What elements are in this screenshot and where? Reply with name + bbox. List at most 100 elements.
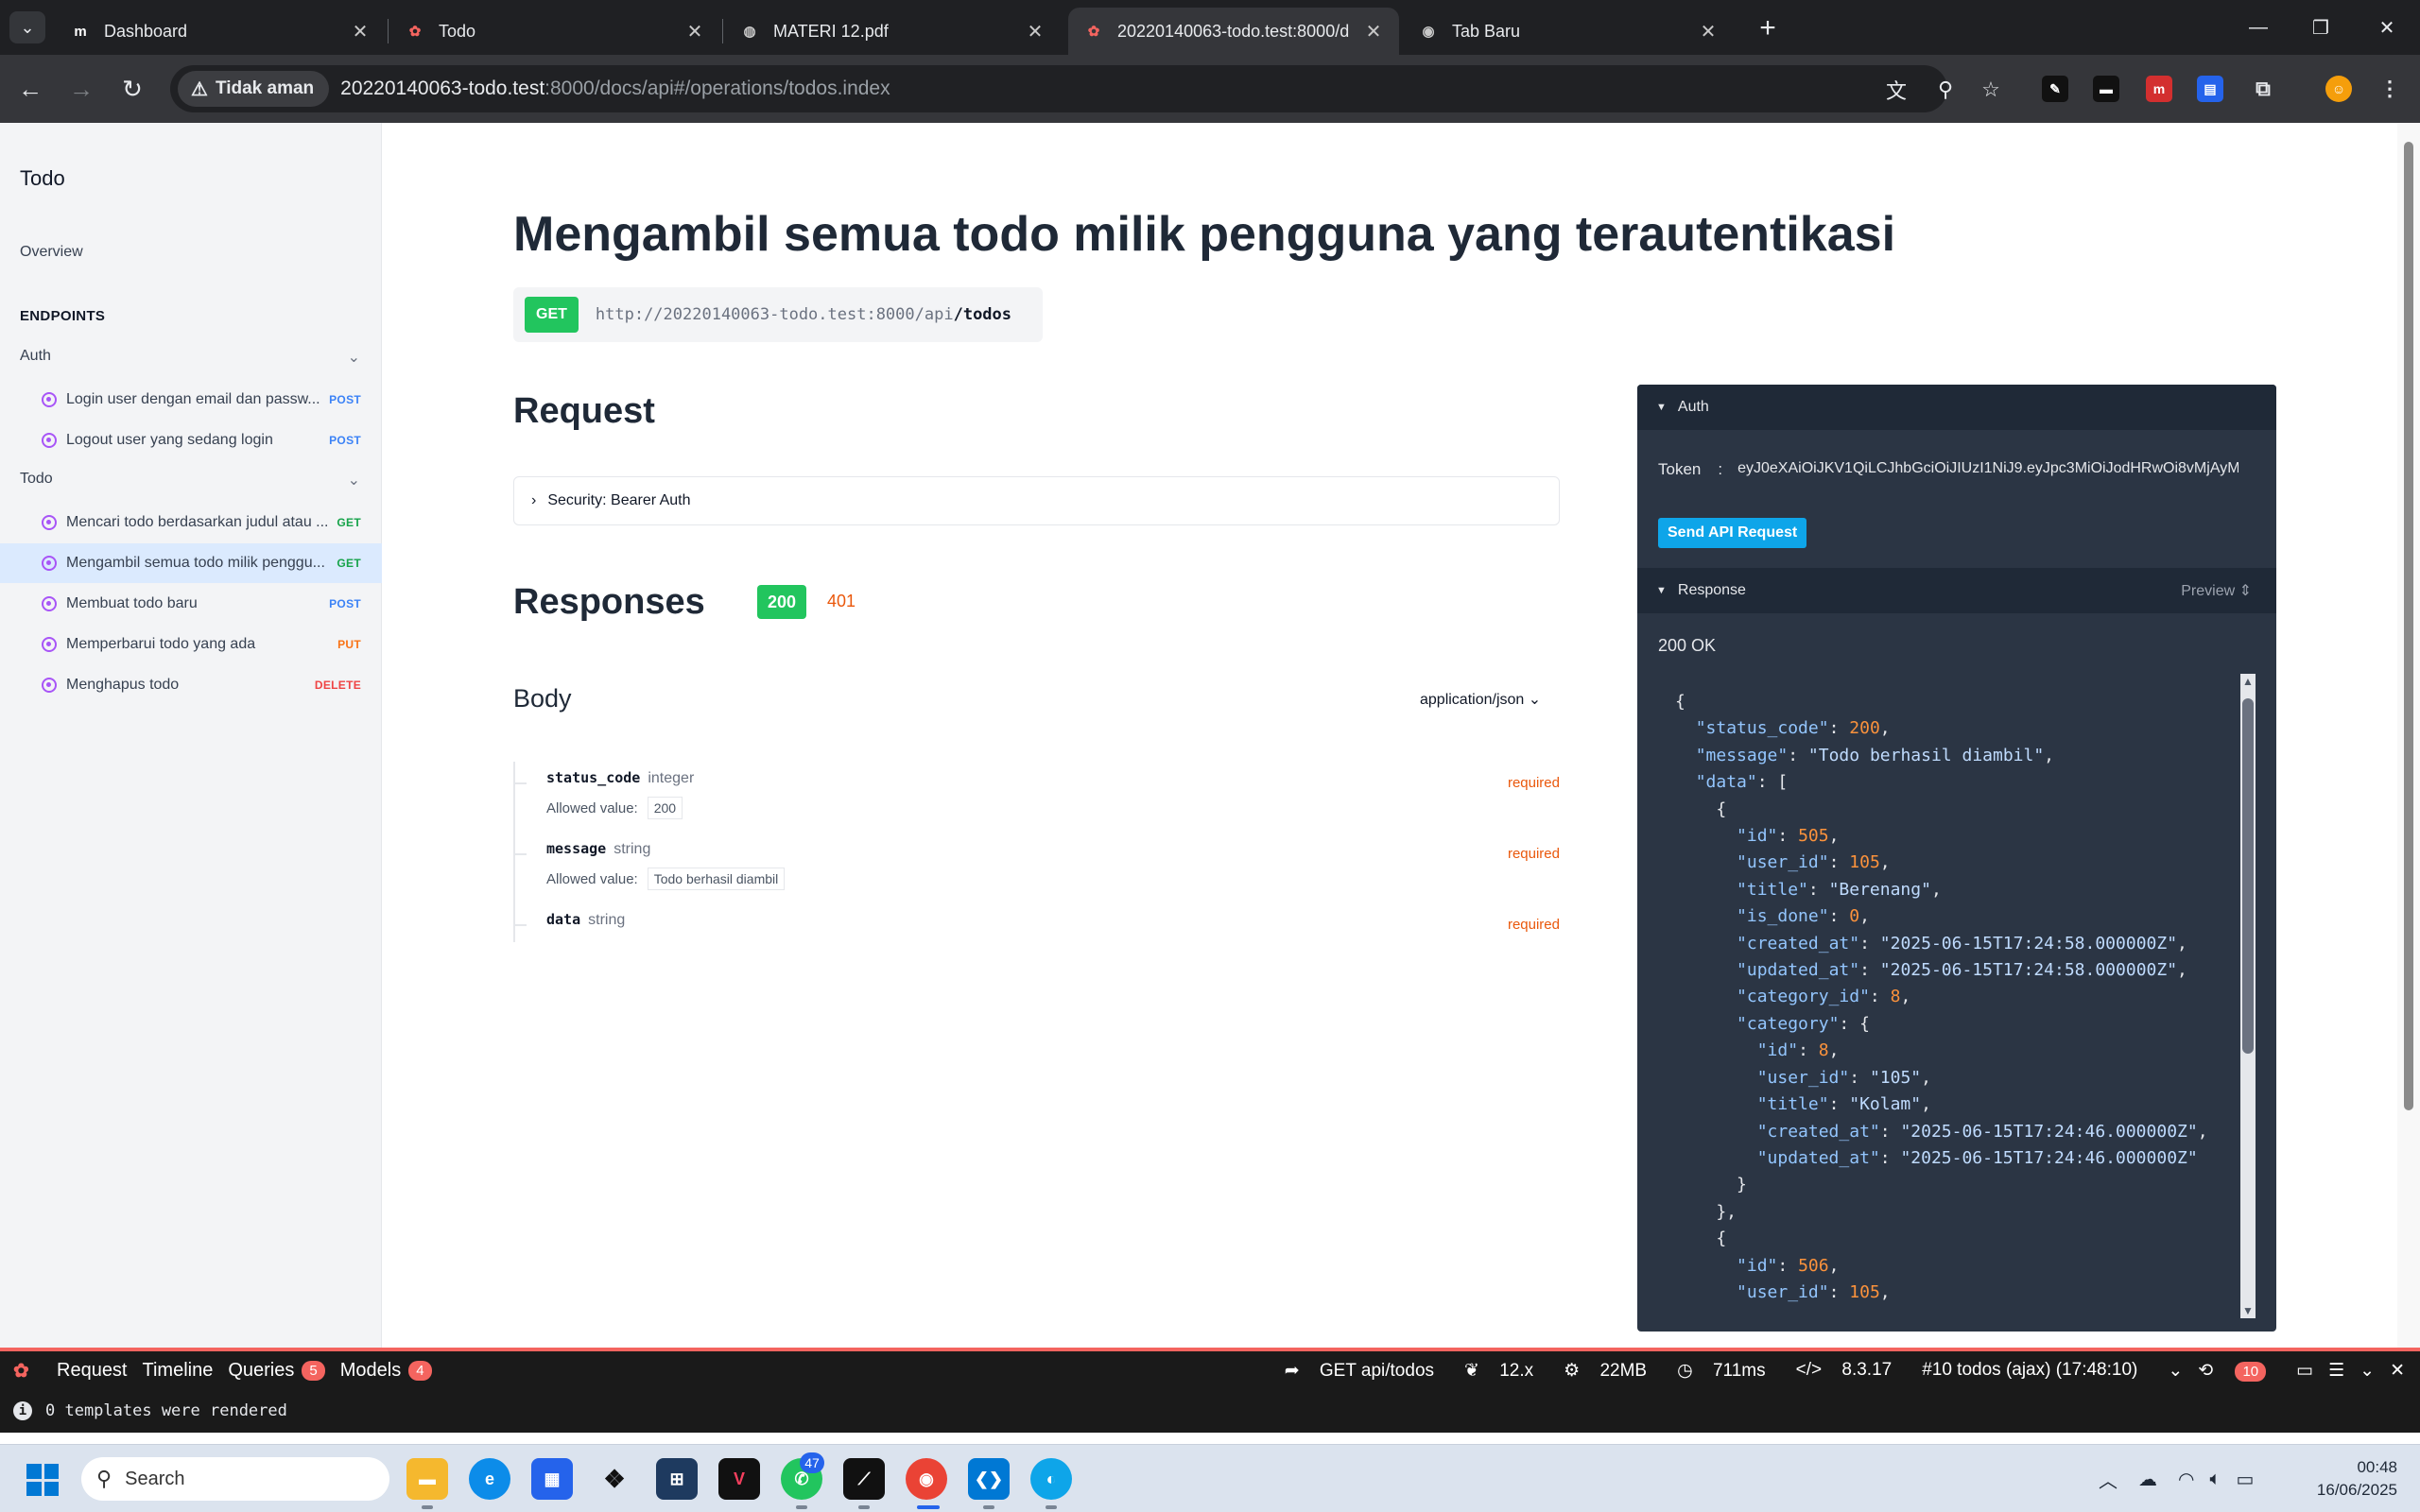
tab-new-tab[interactable]: ◉ Tab Baru ✕ [1403, 8, 1734, 55]
sidebar-group-todo[interactable]: Todo ⌄ [20, 471, 360, 490]
valorant-icon[interactable]: V [718, 1458, 760, 1500]
scrollbar-thumb[interactable] [2242, 698, 2254, 1054]
settings-sliders-icon[interactable]: ☰ [2328, 1360, 2344, 1382]
app-bird-icon[interactable]: ◐ [1030, 1458, 1072, 1500]
address-bar[interactable]: ⚠ Tidak aman 20220140063-todo.test:8000/… [170, 65, 2000, 112]
response-code-401-tab[interactable]: 401 [827, 592, 856, 611]
tab-materi-pdf[interactable]: ◍ MATERI 12.pdf ✕ [724, 8, 1061, 55]
edge-icon[interactable]: e [469, 1458, 510, 1500]
tab-todo[interactable]: ✿ Todo ✕ [389, 8, 720, 55]
leaf-icon: ❦ [1464, 1360, 1479, 1381]
extension-doc-icon[interactable]: ▤ [2197, 76, 2223, 102]
json-line: } [1675, 1175, 1747, 1195]
profile-avatar[interactable]: ☺ [2325, 76, 2352, 102]
extensions-puzzle-icon[interactable]: ⧉ [2250, 76, 2276, 102]
close-icon[interactable]: ✕ [684, 20, 705, 43]
zoom-icon[interactable]: ⚲ [1932, 77, 1959, 103]
forward-button[interactable]: → [62, 70, 100, 108]
page-title: Mengambil semua todo milik pengguna yang… [513, 207, 1896, 262]
close-icon[interactable]: ✕ [1025, 20, 1046, 43]
close-window-button[interactable]: ✕ [2354, 0, 2420, 55]
translate-icon[interactable]: ⽂ [1883, 77, 1910, 103]
extension-m-icon[interactable]: m [2146, 76, 2172, 102]
laravel-logo-icon[interactable]: ✿ [13, 1359, 42, 1383]
sidebar-item-list-todos[interactable]: Mengambil semua todo milik penggu... GET [0, 543, 382, 583]
debugbar-tab-request[interactable]: Request [57, 1360, 128, 1382]
close-icon[interactable]: ✕ [1363, 20, 1384, 43]
sidebar-group-auth[interactable]: Auth ⌄ [20, 348, 360, 367]
collapse-chevron-icon[interactable]: ⌄ [2360, 1360, 2375, 1382]
chevron-down-icon[interactable]: ⌄ [2168, 1360, 2183, 1382]
json-line: "user_id": "105", [1756, 1067, 1931, 1088]
json-line: { [1675, 1228, 1727, 1249]
menu-kebab-icon[interactable]: ⋮ [2377, 76, 2403, 102]
response-json-viewer[interactable]: { "status_code": 200, "message": "Todo b… [1675, 689, 2208, 1306]
send-api-request-button[interactable]: Send API Request [1658, 518, 1807, 548]
sidebar-overview-link[interactable]: Overview [20, 244, 83, 261]
endpoint-base: http://20220140063-todo.test:8000/api [595, 305, 954, 324]
preview-select[interactable]: Preview ⇕ [2181, 581, 2252, 600]
debugbar-tab-models[interactable]: Models 4 [340, 1360, 432, 1382]
request-selector[interactable]: #10 todos (ajax) (17:48:10) [1922, 1360, 2152, 1381]
volume-icon[interactable]: 🔈︎ [2209, 1469, 2221, 1490]
history-button[interactable]: ⟲ 10 [2198, 1360, 2281, 1382]
debugbar-tab-timeline[interactable]: Timeline [143, 1360, 214, 1382]
tab-search-button[interactable]: ⌄ [9, 11, 45, 43]
endpoint-dot-icon [42, 433, 57, 448]
version-text: 12.x [1499, 1360, 1534, 1381]
scroll-down-arrow-icon[interactable]: ▼ [2240, 1303, 2256, 1318]
windows-start-icon[interactable] [26, 1464, 59, 1496]
sidebar-item-search-todo[interactable]: Mencari todo berdasarkan judul atau ... … [0, 503, 382, 542]
extension-terminal-icon[interactable]: ▬ [2093, 76, 2119, 102]
page-scrollbar[interactable] [2397, 123, 2420, 1348]
token-input[interactable]: eyJ0eXAiOiJKV1QiLCJhbGciOiJIUzI1NiJ9.eyJ… [1737, 460, 2238, 479]
endpoint-dot-icon [42, 596, 57, 611]
xampp-icon[interactable]: ⊞ [656, 1458, 698, 1500]
vscode-icon[interactable]: ❮❯ [968, 1458, 1010, 1500]
battery-icon[interactable]: ▭ [2236, 1468, 2254, 1491]
url-text[interactable]: 20220140063-todo.test:8000/docs/api#/ope… [340, 77, 890, 100]
page-scrollbar-thumb[interactable] [2404, 142, 2413, 1110]
folder-icon[interactable]: ▭ [2296, 1360, 2313, 1382]
close-icon[interactable]: ✕ [350, 20, 371, 43]
onedrive-icon[interactable]: ☁ [2138, 1468, 2157, 1491]
chevron-up-icon[interactable]: ︿ [2099, 1466, 2118, 1493]
chrome-icon[interactable]: ◉ [906, 1458, 947, 1500]
store-icon[interactable]: ▦ [531, 1458, 573, 1500]
clock[interactable]: 00:48 16/06/2025 [2317, 1456, 2397, 1502]
close-icon[interactable]: ✕ [1698, 20, 1719, 43]
file-explorer-icon[interactable]: ▬ [406, 1458, 448, 1500]
wifi-icon[interactable]: ◠ [2178, 1468, 2194, 1491]
auth-section-header[interactable]: ▼ Auth [1637, 385, 2276, 430]
sidebar-item-login[interactable]: Login user dengan email dan passw... POS… [0, 380, 382, 420]
restore-button[interactable]: ❐ [2288, 0, 2354, 55]
scroll-up-arrow-icon[interactable]: ▲ [2240, 674, 2256, 689]
content-type-select[interactable]: application/json ⌄ [1420, 690, 1541, 709]
sidebar-item-delete-todo[interactable]: Menghapus todo DELETE [0, 665, 382, 705]
response-section-header[interactable]: ▼ Response Preview ⇕ [1637, 568, 2276, 613]
close-debugbar-icon[interactable]: ✕ [2390, 1360, 2405, 1382]
sidebar-title[interactable]: Todo [20, 166, 65, 191]
minimize-button[interactable]: — [2225, 0, 2291, 55]
field-type: integer [648, 770, 695, 786]
route-info[interactable]: ➦ GET api/todos [1285, 1360, 1449, 1382]
back-button[interactable]: ← [11, 70, 49, 108]
sidebar-item-create-todo[interactable]: Membuat todo baru POST [0, 584, 382, 624]
json-line: "user_id": 105, [1737, 1281, 1891, 1302]
tab-api-docs[interactable]: ✿ 20220140063-todo.test:8000/d ✕ [1068, 8, 1399, 55]
sidebar-item-update-todo[interactable]: Memperbarui todo yang ada PUT [0, 625, 382, 664]
security-chip[interactable]: ⚠ Tidak aman [178, 71, 330, 107]
dropbox-icon[interactable]: ❖ [594, 1458, 635, 1500]
extension-pen-icon[interactable]: ✎ [2042, 76, 2068, 102]
tab-dashboard[interactable]: m Dashboard ✕ [55, 8, 386, 55]
response-code-200-tab[interactable]: 200 [757, 585, 806, 619]
response-scrollbar[interactable]: ▲ ▼ [2240, 674, 2256, 1318]
bookmark-star-icon[interactable]: ☆ [1978, 77, 2004, 103]
sidebar-item-logout[interactable]: Logout user yang sedang login POST [0, 421, 382, 460]
security-accordion[interactable]: › Security: Bearer Auth [513, 476, 1560, 525]
taskbar-search[interactable]: ⚲ Search [81, 1457, 389, 1501]
new-tab-button[interactable]: + [1751, 11, 1785, 45]
debugbar-tab-queries[interactable]: Queries 5 [228, 1360, 325, 1382]
reload-button[interactable]: ↻ [113, 70, 151, 108]
app-chart-icon[interactable]: ⟋ [843, 1458, 885, 1500]
